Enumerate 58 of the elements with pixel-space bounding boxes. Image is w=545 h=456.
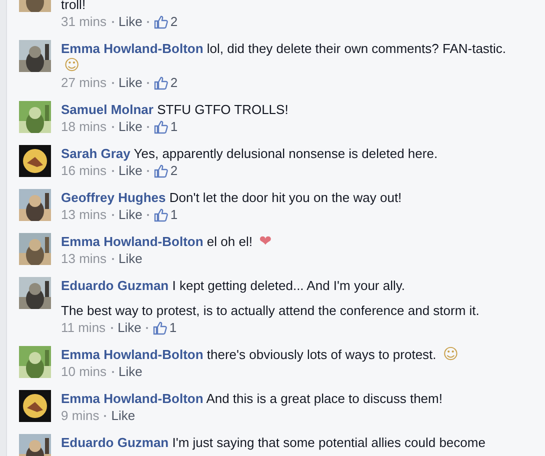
thumbs-up-icon[interactable] — [154, 120, 168, 134]
thumbs-up-icon[interactable] — [154, 164, 168, 178]
thumbs-up-icon[interactable] — [154, 14, 168, 28]
like-count: 2 — [170, 162, 178, 179]
author-link[interactable]: Samuel Molnar — [61, 102, 154, 117]
separator-dot — [112, 214, 114, 216]
like-link[interactable]: Like — [118, 118, 142, 135]
separator-dot — [147, 126, 150, 128]
like-count: 2 — [170, 13, 178, 30]
emoji-icon: ☺ — [64, 56, 80, 74]
like-link[interactable]: Like — [118, 206, 142, 223]
like-link[interactable]: Like — [118, 74, 142, 91]
comment-text: And this is a great place to discuss them! — [206, 391, 442, 406]
separator-dot — [104, 414, 106, 416]
like-link[interactable]: Like — [118, 363, 142, 380]
separator-dot — [147, 170, 150, 172]
like-count: 1 — [169, 319, 177, 336]
author-link[interactable]: Emma Howland-Bolton — [61, 41, 204, 56]
separator-dot — [112, 20, 114, 22]
separator-dot — [112, 82, 114, 84]
comment-text: there's obviously lots of ways to protest. — [206, 347, 436, 362]
like-count: 1 — [170, 206, 178, 223]
author-link[interactable]: Geoffrey Hughes — [61, 190, 166, 205]
author-link[interactable]: Emma Howland-Bolton — [61, 391, 204, 406]
comment-text: Don't let the door hit you on the way out! — [169, 190, 402, 205]
separator-dot — [147, 82, 150, 84]
comment-text: I kept getting deleted... And I'm your ally. — [172, 278, 406, 293]
thumbs-up-icon[interactable] — [154, 208, 168, 222]
comment-text: Yes, apparently delusional nonsense is deleted here. — [134, 146, 438, 161]
author-link[interactable]: Emma Howland-Bolton — [61, 347, 204, 362]
thumbs-up-icon[interactable] — [154, 76, 168, 90]
like-link[interactable]: Like — [111, 407, 136, 424]
comment-text: The best way to protest, is to actually attend the conference and storm it. — [61, 303, 480, 318]
comment-text: lol, did they delete their own comments? FAN-tastic. — [206, 41, 506, 56]
comment-text: el oh el! — [206, 234, 252, 249]
like-link[interactable]: Like — [118, 319, 142, 336]
author-link[interactable]: Sarah Gray — [61, 146, 130, 161]
thumbs-up-icon[interactable] — [153, 320, 168, 334]
comment-text: STFU GTFO TROLLS! — [157, 102, 288, 117]
emoji-icon: ❤ — [259, 232, 272, 250]
comment-text: I'm just saying that some potential allies could become — [172, 435, 486, 450]
author-link[interactable]: Emma Howland-Bolton — [61, 234, 204, 249]
like-link[interactable]: Like — [118, 250, 142, 267]
separator-dot — [112, 370, 114, 372]
separator-dot — [112, 258, 114, 260]
like-link[interactable]: Like — [118, 13, 142, 30]
like-count: 2 — [170, 74, 178, 91]
author-link[interactable]: Eduardo Guzman — [61, 278, 169, 293]
like-count: 1 — [170, 118, 178, 135]
separator-dot — [110, 326, 113, 328]
separator-dot — [112, 126, 114, 128]
separator-dot — [146, 326, 148, 328]
separator-dot — [112, 170, 114, 172]
separator-dot — [147, 214, 150, 216]
emoji-icon: ☺ — [442, 345, 459, 363]
like-link[interactable]: Like — [118, 162, 142, 179]
author-link[interactable]: Eduardo Guzman — [61, 435, 169, 450]
separator-dot — [147, 20, 150, 22]
